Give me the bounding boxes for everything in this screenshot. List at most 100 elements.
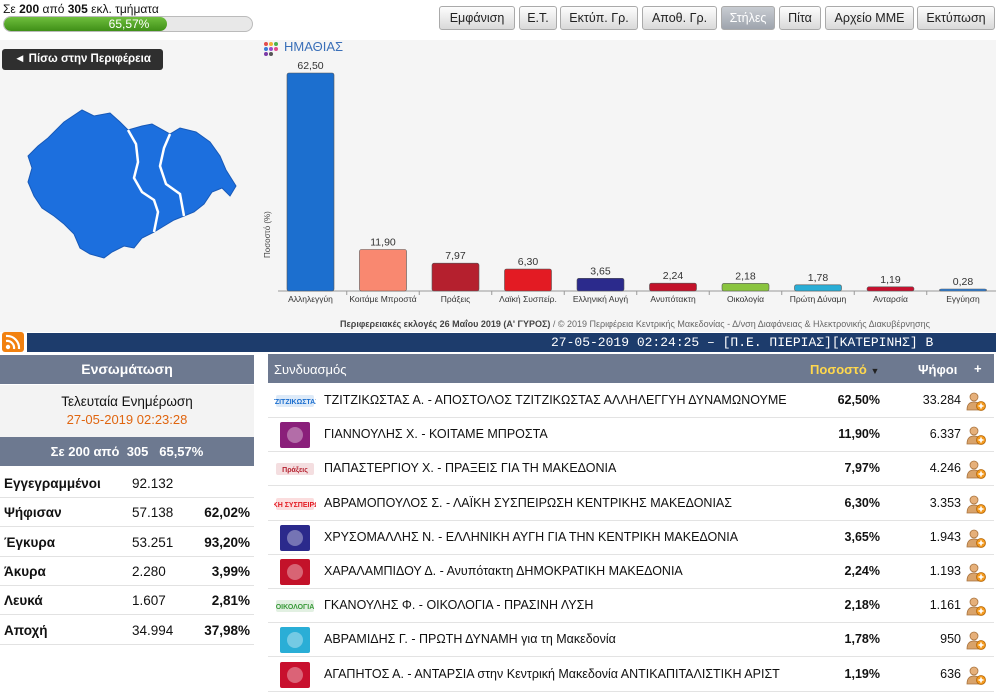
- toolbar-button-save-graph[interactable]: Αποθ. Γρ.: [642, 6, 717, 30]
- results-table-header: Συνδυασμός Ποσοστό ▼ Ψήφοι +: [268, 354, 994, 383]
- table-row[interactable]: ΧΑΡΑΛΑΜΠΙΔΟΥ Δ. - Ανυπότακτη ΔΗΜΟΚΡΑΤΙΚΗ…: [268, 555, 994, 589]
- bar-2[interactable]: [359, 249, 407, 292]
- bar-1[interactable]: [286, 72, 335, 292]
- bar-value-label: 0,28: [953, 276, 974, 288]
- coalition-percent: 7,97%: [844, 461, 880, 476]
- stat-row: Εγγεγραμμένοι 92.132: [0, 469, 254, 498]
- stat-label: Έγκυρα: [4, 534, 56, 550]
- bar-3[interactable]: [431, 262, 480, 292]
- colorful-dots-icon: [264, 42, 278, 56]
- coalition-percent: 11,90%: [838, 427, 880, 442]
- stat-value: 57.138: [132, 505, 174, 521]
- party-logo: ΤΖΙΤΖΙΚΩΣΤΑΣ: [271, 387, 319, 415]
- add-person-icon[interactable]: [966, 459, 986, 480]
- coalition-votes: 3.353: [929, 495, 961, 510]
- bar-value-label: 2,18: [735, 270, 756, 282]
- party-logo-text: Πράξεις: [282, 467, 308, 474]
- region-map[interactable]: [24, 108, 238, 264]
- bar-value-label: 1,78: [808, 272, 829, 284]
- toolbar-button-et[interactable]: Ε.Τ.: [519, 6, 557, 30]
- coalition-percent: 1,78%: [844, 632, 880, 647]
- header-expand-all[interactable]: +: [974, 361, 982, 376]
- stat-percent: 93,20%: [204, 534, 250, 550]
- y-axis-label: Ποσοστό (%): [263, 211, 272, 258]
- table-row[interactable]: ΛΑΪΚΗ ΣΥΣΠΕΙΡΩΣΗ ΑΒΡΑΜΟΠΟΥΛΟΣ Σ. - ΛΑΪΚΗ …: [261, 486, 994, 521]
- toolbar-button-columns[interactable]: Στήλες: [721, 6, 775, 30]
- stat-percent: 37,98%: [204, 622, 250, 638]
- toolbar-button-media-archive[interactable]: Αρχείο ΜΜΕ: [825, 6, 914, 30]
- add-person-icon[interactable]: [966, 665, 986, 685]
- header-votes[interactable]: Ψήφοι: [918, 362, 957, 377]
- add-person-icon[interactable]: [966, 630, 986, 651]
- coalition-percent: 2,24%: [844, 564, 880, 578]
- add-person-icon[interactable]: [966, 494, 986, 514]
- table-row[interactable]: ΑΓΑΠΗΤΟΣ Α. - ΑΝΤΑΡΣΙΑ στην Κεντρική Μακ…: [268, 657, 994, 692]
- header-coalition[interactable]: Συνδυασμός: [274, 362, 347, 377]
- party-logo: [274, 558, 316, 586]
- table-row[interactable]: ΟΙΚΟΛΟΓΙΑ ΓΚΑΝΟΥΛΗΣ Φ. - ΟΙΚΟΛΟΓΙΑ - ΠΡΑΣ…: [268, 589, 994, 624]
- category-label: Λαϊκή Συσπείρ.: [499, 294, 557, 304]
- bar-8[interactable]: [794, 284, 842, 292]
- table-row[interactable]: ΧΡΥΣΟΜΑΛΛΗΣ Ν. - ΕΛΛΗΝΙΚΗ ΑΥΓΗ ΓΙΑ ΤΗΝ Κ…: [268, 520, 994, 555]
- stat-label: Εγγεγραμμένοι: [4, 476, 101, 491]
- add-person-icon[interactable]: [966, 528, 986, 548]
- coalition-name: ΑΒΡΑΜΟΠΟΥΛΟΣ Σ. - ΛΑΪΚΗ ΣΥΣΠΕΙΡΩΣΗ ΚΕΝΤΡ…: [324, 495, 732, 510]
- party-logo: [274, 626, 316, 655]
- toolbar-button-display[interactable]: Εμφάνιση: [439, 6, 515, 30]
- rss-icon[interactable]: [2, 332, 24, 352]
- table-row[interactable]: ΑΒΡΑΜΙΔΗΣ Γ. - ΠΡΩΤΗ ΔΥΝΑΜΗ για τη Μακεδ…: [268, 623, 994, 658]
- category-label: Οικολογία: [727, 294, 764, 304]
- party-logo: ΛΑΪΚΗ ΣΥΣΠΕΙΡΩΣΗ: [261, 489, 329, 518]
- stat-percent: 3,99%: [211, 563, 250, 579]
- add-person-icon[interactable]: [966, 425, 986, 446]
- coalition-percent: 2,18%: [844, 598, 880, 613]
- bar-5[interactable]: [576, 277, 625, 292]
- bar-value-label: 7,97: [445, 250, 466, 262]
- category-label: Ανυπότακτη: [650, 294, 696, 304]
- table-row[interactable]: ΓΙΑΝΝΟΥΛΗΣ Χ. - ΚΟΙΤΑΜΕ ΜΠΡΟΣΤΑ 11,90% 6.3…: [268, 418, 994, 453]
- bar-4[interactable]: [504, 268, 552, 292]
- bar-chart: Ποσοστό (%) 62,50 Αλληλεγγύη 11,90 Κοιτάμε …: [263, 60, 996, 304]
- bar-value-label: 2,24: [663, 270, 684, 282]
- bar-9[interactable]: [866, 286, 915, 292]
- coalition-percent: 3,65%: [844, 529, 880, 544]
- toolbar-button-pie[interactable]: Πίτα: [779, 6, 821, 30]
- coalition-name: ΠΑΠΑΣΤΕΡΓΙΟΥ Χ. - ΠΡΑΞΕΙΣ ΓΙΑ ΤΗ ΜΑΚΕΔΟΝ…: [324, 461, 617, 476]
- region-title: ΗΜΑΘΙΑΣ: [284, 39, 344, 54]
- coalition-votes: 6.337: [929, 427, 961, 442]
- stat-value: 34.994: [132, 622, 174, 638]
- category-label: Εγγύηση: [946, 294, 980, 304]
- add-person-icon[interactable]: [966, 596, 986, 617]
- stat-row: Έγκυρα 53.251 93,20%: [0, 528, 254, 557]
- last-update-value: 27-05-2019 02:23:28: [66, 412, 188, 427]
- party-logo: ΟΙΚΟΛΟΓΙΑ: [274, 592, 316, 621]
- coalition-name: ΧΑΡΑΛΑΜΠΙΔΟΥ Δ. - Ανυπότακτη ΔΗΜΟΚΡΑΤΙΚΗ…: [324, 564, 683, 578]
- stat-row: Αποχή 34.994 37,98%: [0, 616, 254, 645]
- category-label: Κοιτάμε Μπροστά: [349, 294, 416, 304]
- bar-6[interactable]: [649, 282, 697, 292]
- add-person-icon[interactable]: [966, 391, 986, 411]
- back-to-region-button[interactable]: ◄ Πίσω στην Περιφέρεια: [2, 49, 163, 70]
- party-logo: Πράξεις: [274, 455, 316, 484]
- table-row[interactable]: Πράξεις ΠΑΠΑΣΤΕΡΓΙΟΥ Χ. - ΠΡΑΞΕΙΣ ΓΙΑ ΤΗ …: [268, 452, 994, 487]
- category-label: Αλληλεγγύη: [288, 294, 333, 304]
- stat-label: Ψήφισαν: [4, 505, 62, 521]
- toolbar-button-print[interactable]: Εκτύπωση: [917, 6, 995, 30]
- party-logo: [274, 523, 316, 552]
- stat-value: 53.251: [132, 534, 174, 550]
- bar-7[interactable]: [721, 283, 770, 292]
- add-person-icon[interactable]: [966, 562, 986, 582]
- bar-10[interactable]: [939, 288, 987, 292]
- category-label: Ανταρσία: [873, 294, 908, 304]
- table-row[interactable]: ΤΖΙΤΖΙΚΩΣΤΑΣ ΤΖΙΤΖΙΚΩΣΤΑΣ Α. - ΑΠΟΣΤΟΛΟΣ …: [268, 384, 994, 418]
- coalition-votes: 1.161: [929, 598, 961, 613]
- incorporation-summary: Σε 200 από 305 65,57%: [0, 437, 254, 466]
- coalition-name: ΤΖΙΤΖΙΚΩΣΤΑΣ Α. - ΑΠΟΣΤΟΛΟΣ ΤΖΙΤΖΙΚΩΣΤΑΣ…: [324, 393, 787, 407]
- coalition-votes: 4.246: [929, 461, 961, 476]
- stat-value: 1.607: [132, 593, 166, 609]
- progress-bar: 65,57%: [3, 16, 253, 32]
- toolbar-button-print-graph[interactable]: Εκτύπ. Γρ.: [560, 6, 638, 30]
- progress-text: Σε 200 από 305 εκλ. τμήματα: [3, 2, 159, 16]
- header-percent[interactable]: Ποσοστό ▼: [810, 362, 879, 377]
- coalition-votes: 1.943: [929, 529, 961, 544]
